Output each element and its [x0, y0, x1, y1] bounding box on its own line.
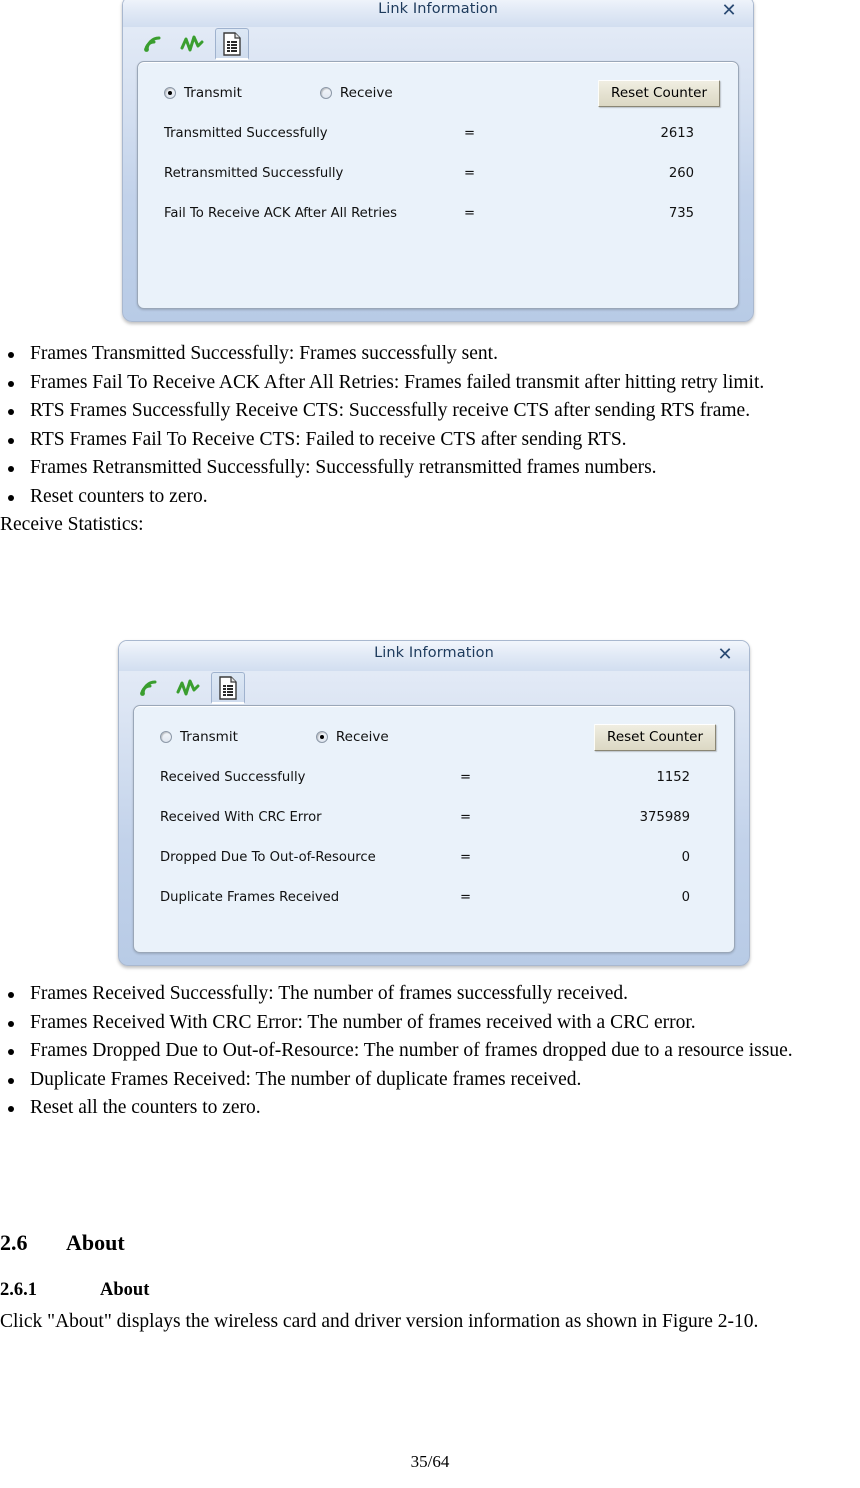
activity-graph-icon[interactable]: [175, 28, 209, 60]
receive-bullet-list: Frames Received Successfully: The number…: [0, 980, 860, 1123]
panel-controls: Transmit Receive Reset Counter: [134, 706, 734, 764]
direction-radio-group[interactable]: Transmit Receive: [160, 729, 389, 745]
transmit-bullet-list: Frames Transmitted Successfully: Frames …: [0, 340, 860, 511]
list-item: Frames Retransmitted Successfully: Succe…: [0, 454, 860, 483]
subsection-heading: 2.6.1 About: [0, 1276, 860, 1304]
radio-receive[interactable]: Receive: [319, 85, 393, 101]
radio-transmit[interactable]: Transmit: [164, 85, 242, 101]
subsection-number: 2.6.1: [0, 1280, 37, 1300]
close-icon[interactable]: ✕: [715, 645, 735, 665]
radio-receive[interactable]: Receive: [315, 729, 389, 745]
dialog-toolbar: [119, 671, 749, 705]
about-section: 2.6 About 2.6.1 About Click "About" displa…: [0, 1228, 860, 1337]
stat-equals: =: [460, 890, 472, 905]
stat-label: Retransmitted Successfully: [164, 166, 344, 181]
stat-label: Received Successfully: [160, 770, 306, 785]
section-number: 2.6: [0, 1230, 28, 1255]
stat-row: Transmitted Successfully = 2613: [164, 126, 720, 166]
statistics-panel: Transmit Receive Reset Counter Transmitt…: [137, 61, 739, 309]
link-information-dialog-receive[interactable]: Link Information ✕ Transmit Receive Rese…: [118, 640, 750, 966]
dialog-title: Link Information: [374, 645, 494, 661]
stat-label: Dropped Due To Out-of-Resource: [160, 850, 376, 865]
dialog-title: Link Information: [378, 1, 498, 17]
stat-equals: =: [464, 206, 476, 221]
list-item: Frames Transmitted Successfully: Frames …: [0, 340, 860, 369]
statistics-page-icon[interactable]: [211, 672, 245, 704]
stat-row: Received With CRC Error = 375989: [160, 810, 716, 850]
dialog-toolbar: [123, 27, 753, 61]
stat-value: 735: [668, 206, 694, 221]
about-body-text: Click "About" displays the wireless card…: [0, 1311, 759, 1332]
reset-counter-button[interactable]: Reset Counter: [598, 79, 720, 107]
transmit-description-block: Frames Transmitted Successfully: Frames …: [0, 340, 860, 540]
receive-description-block: Frames Received Successfully: The number…: [0, 980, 860, 1123]
dialog-corner-accent-left: [125, 315, 151, 323]
list-item: Reset all the counters to zero.: [0, 1094, 860, 1123]
statistics-list: Transmitted Successfully = 2613 Retransm…: [138, 120, 738, 308]
panel-controls: Transmit Receive Reset Counter: [138, 62, 738, 120]
radio-indicator: [160, 731, 172, 743]
statistics-list: Received Successfully = 1152 Received Wi…: [134, 764, 734, 952]
stat-equals: =: [464, 166, 476, 181]
statistics-panel: Transmit Receive Reset Counter Received …: [133, 705, 735, 953]
radio-indicator: [164, 87, 176, 99]
radio-receive-label: Receive: [335, 729, 389, 745]
list-item: RTS Frames Fail To Receive CTS: Failed t…: [0, 426, 860, 455]
stat-equals: =: [464, 126, 476, 141]
list-item: Frames Dropped Due to Out-of-Resource: T…: [0, 1037, 860, 1066]
list-item: RTS Frames Successfully Receive CTS: Suc…: [0, 397, 860, 426]
dialog-titlebar[interactable]: Link Information ✕: [119, 641, 749, 671]
subsection-title: About: [100, 1280, 150, 1300]
stat-equals: =: [460, 770, 472, 785]
stat-value: 375989: [639, 810, 690, 825]
list-item: Duplicate Frames Received: The number of…: [0, 1066, 860, 1095]
stat-label: Fail To Receive ACK After All Retries: [164, 206, 398, 221]
section-title: About: [66, 1230, 125, 1255]
close-icon[interactable]: ✕: [719, 1, 739, 21]
page-footer: 35/64: [410, 1452, 450, 1471]
stat-equals: =: [460, 850, 472, 865]
dialog-corner-accent-right: [725, 315, 751, 323]
radio-transmit-label: Transmit: [184, 85, 242, 101]
list-item: Frames Received With CRC Error: The numb…: [0, 1009, 860, 1038]
radio-transmit-label: Transmit: [180, 729, 238, 745]
stat-row: Received Successfully = 1152: [160, 770, 716, 810]
radio-transmit[interactable]: Transmit: [160, 729, 238, 745]
stat-value: 0: [681, 850, 690, 865]
stat-row: Fail To Receive ACK After All Retries = …: [164, 206, 720, 246]
wifi-signal-icon[interactable]: [131, 672, 165, 704]
stat-label: Received With CRC Error: [160, 810, 322, 825]
reset-counter-button[interactable]: Reset Counter: [594, 723, 716, 751]
section-heading: 2.6 About: [0, 1228, 860, 1258]
radio-indicator: [315, 731, 328, 743]
activity-graph-icon[interactable]: [171, 672, 205, 704]
stat-row: Duplicate Frames Received = 0: [160, 890, 716, 930]
list-item: Frames Received Successfully: The number…: [0, 980, 860, 1009]
stat-row: Retransmitted Successfully = 260: [164, 166, 720, 206]
radio-receive-label: Receive: [339, 85, 393, 101]
dialog-titlebar[interactable]: Link Information ✕: [123, 0, 753, 27]
stat-row: Dropped Due To Out-of-Resource = 0: [160, 850, 716, 890]
list-item: Frames Fail To Receive ACK After All Ret…: [0, 369, 860, 398]
stat-equals: =: [460, 810, 472, 825]
list-item: Reset counters to zero.: [0, 483, 860, 512]
stat-value: 1152: [656, 770, 690, 785]
radio-indicator: [319, 87, 332, 99]
stat-label: Duplicate Frames Received: [160, 890, 340, 905]
wifi-signal-icon[interactable]: [135, 28, 169, 60]
stat-label: Transmitted Successfully: [164, 126, 328, 141]
stat-value: 2613: [660, 126, 694, 141]
receive-statistics-caption: Receive Statistics:: [0, 514, 144, 535]
stat-value: 260: [668, 166, 694, 181]
statistics-page-icon[interactable]: [215, 28, 249, 60]
stat-value: 0: [681, 890, 690, 905]
link-information-dialog-transmit[interactable]: Link Information ✕ Transmit Receive Rese…: [122, 0, 754, 323]
direction-radio-group[interactable]: Transmit Receive: [164, 85, 393, 101]
